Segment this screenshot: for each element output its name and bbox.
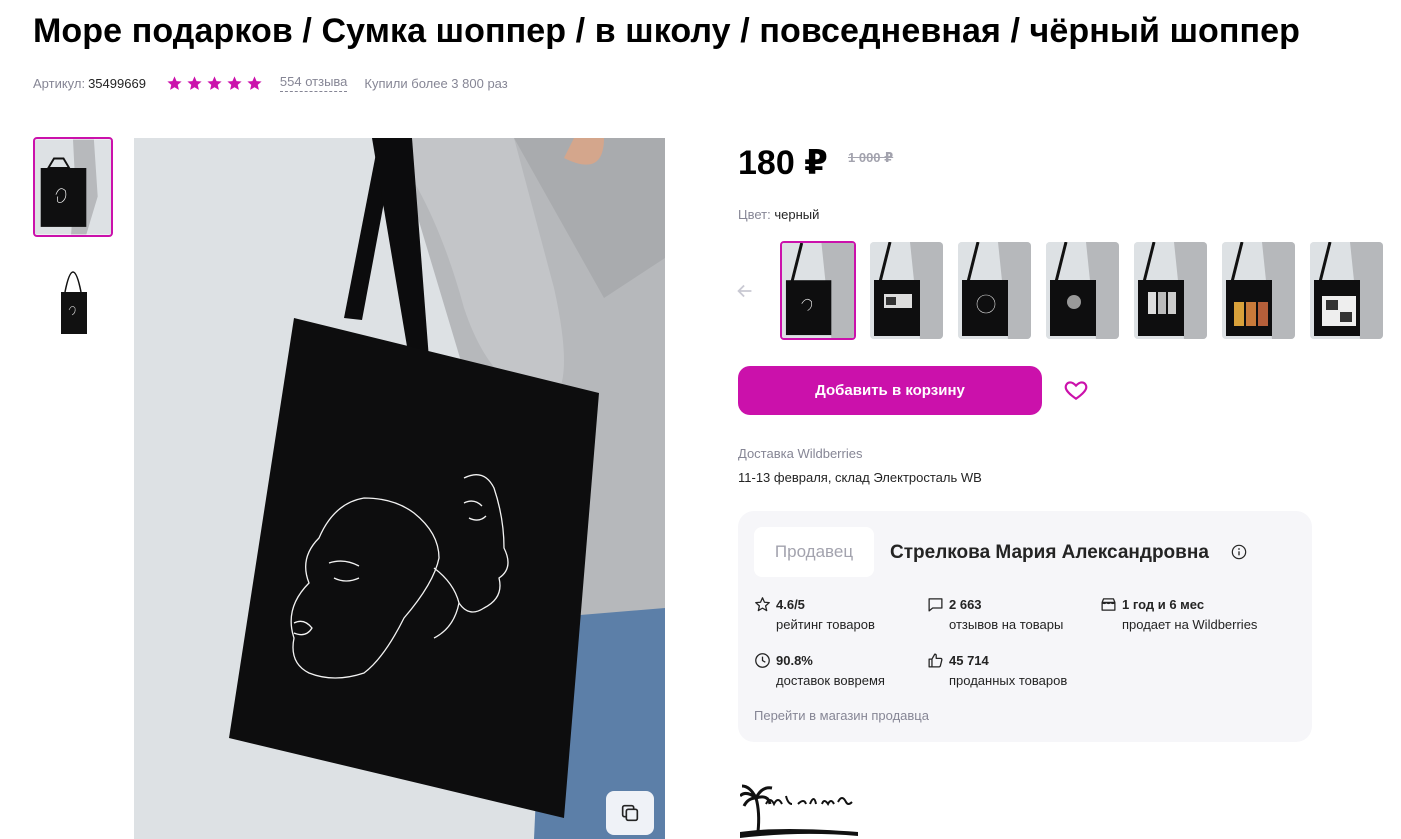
chat-icon (928, 598, 943, 612)
bag-photo (134, 138, 665, 839)
variant-manga-print[interactable] (1222, 242, 1295, 339)
variant-image (782, 243, 854, 338)
seller-store-link[interactable]: Перейти в магазин продавца (754, 708, 929, 723)
stat-label: отзывов на товары (949, 617, 1064, 632)
variant-image (958, 242, 1031, 339)
reviews-link[interactable]: 554 отзыва (279, 74, 348, 92)
star-icon (227, 75, 242, 90)
stat-value: 4.6/5 (776, 597, 805, 612)
star-icon (207, 75, 222, 90)
brand-logo[interactable] (738, 782, 860, 839)
variant-line-faces[interactable] (780, 241, 856, 340)
old-price: 1 000 ₽ (848, 150, 894, 165)
thumbs-up-icon (928, 653, 943, 668)
color-label: Цвет: (738, 207, 771, 222)
variant-comic-print[interactable] (1310, 242, 1383, 339)
variant-portrait[interactable] (1046, 242, 1119, 339)
stat-value: 90.8% (776, 653, 813, 668)
star-outline-icon (755, 597, 770, 612)
color-value: черный (774, 207, 820, 222)
stat-value: 1 год и 6 мес (1122, 597, 1205, 612)
bag-flat-thumbnail (33, 258, 113, 358)
variant-image (1134, 242, 1207, 339)
delivery-label: Доставка Wildberries (738, 446, 863, 461)
main-product-image[interactable] (134, 138, 665, 839)
sku-value: 35499669 (88, 75, 146, 91)
stat-label: рейтинг товаров (776, 617, 875, 632)
seller-tag: Продавец (754, 527, 874, 577)
variant-image (870, 242, 943, 339)
zoom-button[interactable] (606, 791, 654, 835)
favorite-button[interactable] (1058, 372, 1094, 408)
shop-icon (1101, 598, 1116, 611)
star-icon (187, 75, 202, 90)
thumbnail-model[interactable] (33, 137, 113, 237)
product-title: Море подарков / Сумка шоппер / в школу /… (33, 12, 1301, 50)
seller-name[interactable]: Стрелкова Мария Александровна (890, 542, 1209, 564)
rating-stars (166, 75, 263, 92)
heart-icon (1064, 381, 1088, 400)
thumbnail-bag[interactable] (33, 258, 113, 358)
delivery-date: 11-13 февраля, склад Электросталь WB (738, 470, 982, 485)
arrow-left-icon[interactable] (734, 280, 756, 302)
variant-line-drawing[interactable] (958, 242, 1031, 339)
product-meta: Артикул: 35499669 554 отзыва Купили боле… (33, 74, 508, 92)
variant-anime-print[interactable] (1134, 242, 1207, 339)
color-row: Цвет: черный (738, 207, 819, 222)
seller-card: Продавец Стрелкова Мария Александровна 4… (738, 511, 1312, 742)
stat-label: продает на Wildberries (1122, 617, 1258, 632)
stat-value: 45 714 (949, 653, 989, 668)
variant-image (1046, 242, 1119, 339)
bought-count: Купили более 3 800 раз (364, 75, 508, 91)
stat-label: проданных товаров (949, 673, 1068, 688)
stat-label: доставок вовремя (776, 673, 885, 688)
info-icon[interactable] (1231, 544, 1247, 560)
variant-image (1310, 242, 1383, 339)
stat-value: 2 663 (949, 597, 982, 612)
bag-photo-thumbnail (35, 139, 111, 235)
sku-label: Артикул: (33, 75, 86, 91)
star-icon (247, 75, 262, 90)
add-to-cart-button[interactable]: Добавить в корзину (738, 366, 1042, 415)
variant-text-print[interactable] (870, 242, 943, 339)
copy-icon (621, 804, 639, 822)
current-price: 180 ₽ (738, 144, 828, 182)
palm-tree-logo (738, 784, 858, 838)
clock-icon (755, 653, 770, 668)
star-icon (167, 75, 182, 90)
variant-image (1222, 242, 1295, 339)
